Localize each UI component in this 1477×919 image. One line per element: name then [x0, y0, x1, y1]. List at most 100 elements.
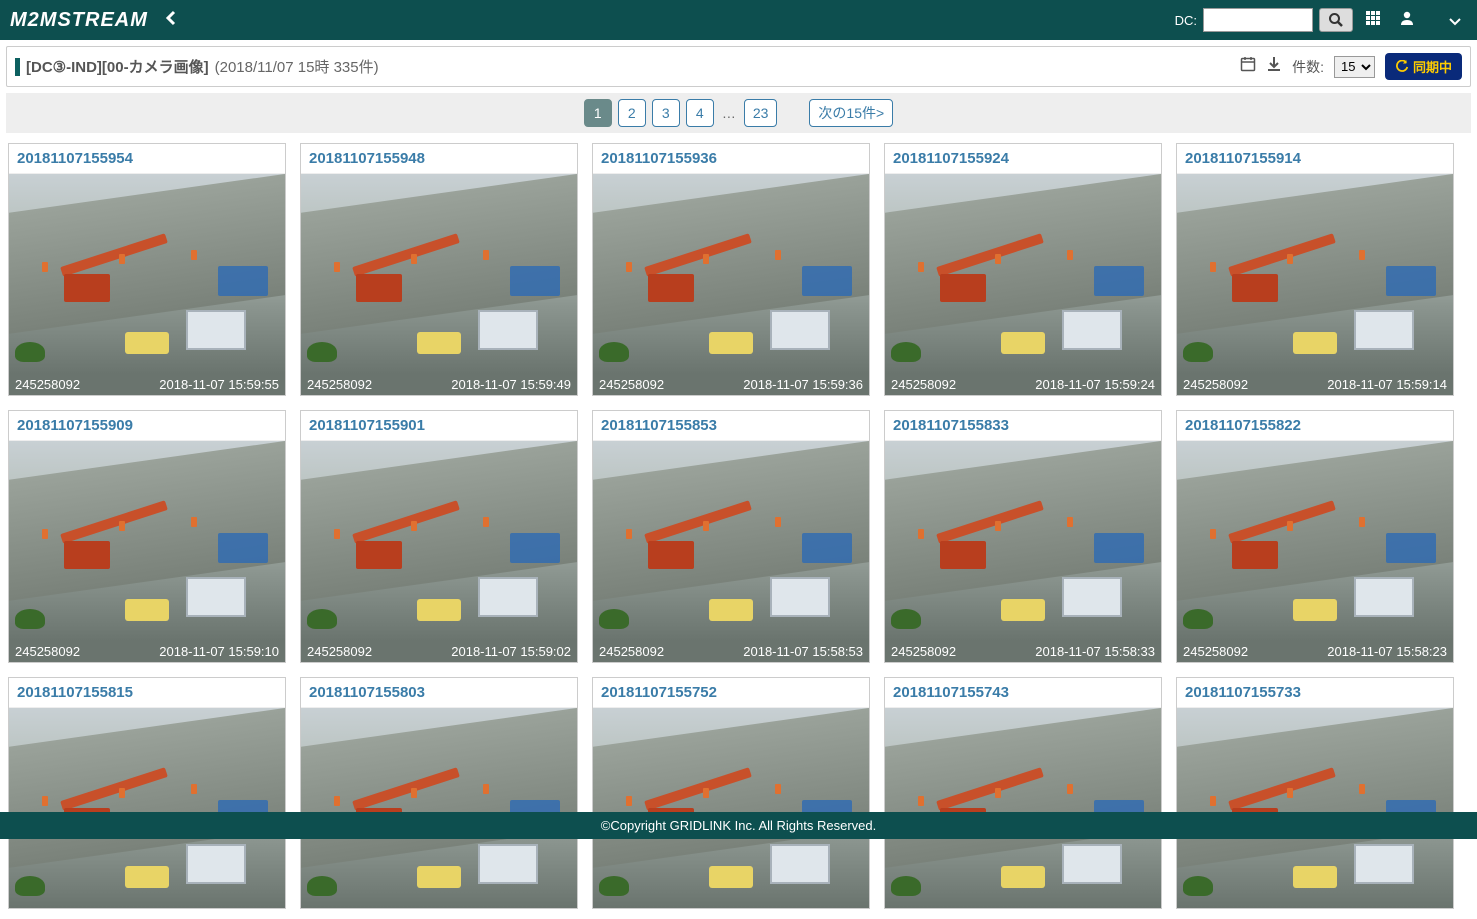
page-title: [DC③-IND][00-カメラ画像] [26, 56, 209, 77]
image-card[interactable]: 20181107155936 245258092 2018-11-07 15:59:… [592, 143, 870, 396]
card-thumbnail [1177, 708, 1453, 908]
card-thumbnail [593, 708, 869, 908]
page-1[interactable]: 1 [584, 99, 612, 127]
card-thumbnail [9, 708, 285, 908]
card-id: 245258092 [15, 644, 80, 659]
card-footer: 245258092 2018-11-07 15:59:49 [301, 374, 577, 395]
page-3[interactable]: 3 [652, 99, 680, 127]
count-select[interactable]: 15 [1334, 56, 1375, 78]
card-title: 20181107155815 [9, 678, 285, 708]
card-thumbnail [1177, 174, 1453, 374]
card-timestamp: 2018-11-07 15:58:53 [743, 644, 863, 659]
card-timestamp: 2018-11-07 15:59:02 [451, 644, 571, 659]
card-thumbnail [301, 441, 577, 641]
image-card[interactable]: 20181107155948 245258092 2018-11-07 15:59:… [300, 143, 578, 396]
app-header: M2MSTREAM DC: [0, 0, 1477, 40]
card-timestamp: 2018-11-07 15:59:36 [743, 377, 863, 392]
card-thumbnail [301, 708, 577, 908]
caret-down-icon[interactable] [1443, 10, 1467, 31]
card-id: 245258092 [891, 644, 956, 659]
image-card[interactable]: 20181107155733 [1176, 677, 1454, 909]
calendar-icon[interactable] [1240, 56, 1256, 77]
dc-input[interactable] [1203, 8, 1313, 32]
refresh-icon [1395, 60, 1409, 74]
card-title: 20181107155924 [885, 144, 1161, 174]
card-footer: 2452580922018-11-07 15:59:55 [9, 374, 285, 395]
card-id: 245258092 [599, 377, 664, 392]
user-icon[interactable] [1393, 10, 1421, 31]
footer: ©Copyright GRIDLINK Inc. All Rights Rese… [0, 812, 1477, 839]
pagination: 1234 … 23 次の15件> [6, 93, 1471, 133]
card-footer: 245258092 2018-11-07 15:59:10 [9, 641, 285, 662]
card-title: 20181107155752 [593, 678, 869, 708]
card-id: 245258092 [307, 377, 372, 392]
count-label: 件数: [1292, 57, 1324, 77]
card-id: 245258092 [15, 377, 80, 392]
image-card[interactable]: 20181107155924 2452580922018-11-07 15:59:… [884, 143, 1162, 396]
card-timestamp: 2018-11-07 15:58:23 [1327, 644, 1447, 659]
card-footer: 245258092 2018-11-07 15:59:14 [1177, 374, 1453, 395]
card-title: 20181107155853 [593, 411, 869, 441]
image-card[interactable]: 20181107155909 245258092 2018-11-07 15:59:… [8, 410, 286, 663]
sub-header: [DC③-IND][00-カメラ画像] (2018/11/07 15時 335件… [6, 46, 1471, 87]
card-title: 20181107155733 [1177, 678, 1453, 708]
card-title: 20181107155948 [301, 144, 577, 174]
dc-label: DC: [1175, 13, 1197, 28]
image-card[interactable]: 20181107155954 2452580922018-11-07 15:59:… [8, 143, 286, 396]
sync-button[interactable]: 同期中 [1385, 53, 1462, 80]
card-thumbnail [593, 174, 869, 374]
card-timestamp: 2018-11-07 15:59:14 [1327, 377, 1447, 392]
card-timestamp: 2018-11-07 15:59:10 [159, 644, 279, 659]
next-page-button[interactable]: 次の15件> [809, 99, 893, 127]
page-2[interactable]: 2 [618, 99, 646, 127]
card-title: 20181107155909 [9, 411, 285, 441]
grid-view-icon[interactable] [1359, 10, 1387, 31]
download-icon[interactable] [1266, 56, 1282, 77]
image-card[interactable]: 20181107155901 245258092 2018-11-07 15:59:… [300, 410, 578, 663]
accent-bar [15, 58, 20, 76]
card-id: 245258092 [1183, 377, 1248, 392]
card-thumbnail [885, 708, 1161, 908]
card-title: 20181107155833 [885, 411, 1161, 441]
card-footer: 2452580922018-11-07 15:59:24 [885, 374, 1161, 395]
page-4[interactable]: 4 [686, 99, 714, 127]
image-grid: 201811071559542452580922018-11-07 15:59:… [0, 133, 1477, 919]
card-id: 245258092 [1183, 644, 1248, 659]
card-id: 245258092 [599, 644, 664, 659]
card-footer: 245258092 2018-11-07 15:58:23 [1177, 641, 1453, 662]
card-title: 20181107155901 [301, 411, 577, 441]
card-thumbnail [9, 441, 285, 641]
image-card[interactable]: 20181107155833 245258092 2018-11-07 15:58:… [884, 410, 1162, 663]
image-card[interactable]: 20181107155743 [884, 677, 1162, 909]
card-footer: 245258092 2018-11-07 15:59:36 [593, 374, 869, 395]
card-title: 20181107155936 [593, 144, 869, 174]
card-id: 245258092 [891, 377, 956, 392]
image-card[interactable]: 20181107155853 245258092 2018-11-07 15:58:… [592, 410, 870, 663]
image-card[interactable]: 20181107155803 [300, 677, 578, 909]
image-card[interactable]: 20181107155914 245258092 2018-11-07 15:59:… [1176, 143, 1454, 396]
page-last[interactable]: 23 [744, 99, 778, 127]
back-button[interactable] [158, 9, 184, 32]
card-title: 20181107155743 [885, 678, 1161, 708]
card-thumbnail [885, 174, 1161, 374]
card-footer: 245258092 2018-11-07 15:58:33 [885, 641, 1161, 662]
card-thumbnail [301, 174, 577, 374]
image-card[interactable]: 20181107155752 [592, 677, 870, 909]
card-timestamp: 2018-11-07 15:58:33 [1035, 644, 1155, 659]
card-footer: 245258092 2018-11-07 15:58:53 [593, 641, 869, 662]
card-footer: 245258092 2018-11-07 15:59:02 [301, 641, 577, 662]
card-thumbnail [885, 441, 1161, 641]
pagination-ellipsis: … [720, 105, 738, 121]
card-timestamp: 2018-11-07 15:59:49 [451, 377, 571, 392]
page-meta: (2018/11/07 15時 335件) [215, 56, 379, 77]
card-id: 245258092 [307, 644, 372, 659]
search-button[interactable] [1319, 8, 1353, 32]
card-thumbnail [1177, 441, 1453, 641]
card-title: 20181107155914 [1177, 144, 1453, 174]
image-card[interactable]: 20181107155815 [8, 677, 286, 909]
card-title: 20181107155822 [1177, 411, 1453, 441]
card-title: 20181107155954 [9, 144, 285, 174]
card-thumbnail [593, 441, 869, 641]
image-card[interactable]: 20181107155822 245258092 2018-11-07 15:58:… [1176, 410, 1454, 663]
sync-label: 同期中 [1413, 57, 1452, 76]
